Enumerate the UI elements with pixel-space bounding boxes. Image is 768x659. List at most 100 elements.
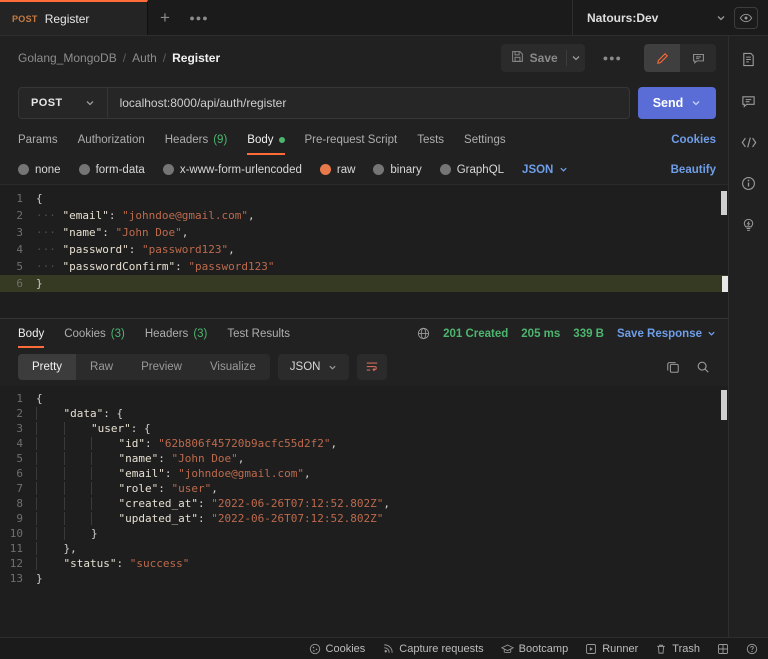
view-visualize[interactable]: Visualize [196,354,270,380]
breadcrumb-folder[interactable]: Auth [132,51,157,65]
editor-scrollbar-thumb[interactable] [721,390,727,420]
footer-capture-requests-button[interactable]: Capture requests [382,643,484,655]
tab-settings[interactable]: Settings [464,125,506,155]
request-header-row: Golang_MongoDB / Auth / Register Save ●●… [0,36,728,80]
split-panes-icon[interactable] [717,643,729,655]
mode-none[interactable]: none [18,164,61,176]
response-tab-headers[interactable]: Headers (3) [145,319,208,348]
cookies-link[interactable]: Cookies [671,134,716,146]
raw-language-selector[interactable]: JSON [522,164,568,176]
code-line-4[interactable]: 4 ··· "password": "password123", [0,241,728,258]
code-line-4[interactable]: 4 "id": "62b806f45720b9acfc55d2f2", [0,436,728,451]
code-line-2[interactable]: 2 "data": { [0,406,728,421]
wrap-text-button[interactable] [357,354,388,380]
comment-mode-button[interactable] [680,44,716,72]
postman-app: POST Register + ●●● Natours:Dev Golang_M… [0,0,768,659]
breadcrumb-collection[interactable]: Golang_MongoDB [18,51,117,65]
request-body-editor[interactable]: 1{2 ··· "email": "johndoe@gmail.com", 3 ···… [0,185,728,318]
code-line-7[interactable]: 7 "role": "user", [0,481,728,496]
send-button-label: Send [652,95,684,110]
mode-x-www-form-urlencoded[interactable]: x-www-form-urlencoded [162,164,302,176]
code-line-11[interactable]: 11 }, [0,541,728,556]
code-snippet-icon[interactable] [741,136,757,149]
status-badge[interactable]: 201 Created [443,328,508,340]
footer-cookies-button[interactable]: Cookies [309,643,365,655]
send-button[interactable]: Send [638,86,716,119]
footer-trash-button[interactable]: Trash [655,643,700,655]
response-view-toolbar: Pretty Raw Preview Visualize JSON [0,348,728,386]
view-raw[interactable]: Raw [76,354,127,380]
code-line-12[interactable]: 12 "status": "success" [0,556,728,571]
network-globe-icon[interactable] [417,327,430,340]
chevron-down-icon [85,98,95,108]
edit-mode-button[interactable] [644,44,680,72]
code-line-10[interactable]: 10 } [0,526,728,541]
request-tab[interactable]: POST Register [0,0,148,35]
view-pretty[interactable]: Pretty [18,354,77,380]
response-body-editor[interactable]: 1{2 "data": {3 "user": {4 "id": "62b806f… [0,386,728,637]
comments-icon[interactable] [741,94,756,109]
editor-scrollbar-thumb[interactable] [721,191,727,215]
tab-authorization[interactable]: Authorization [78,125,145,155]
new-tab-button[interactable]: + [148,0,182,35]
code-line-1[interactable]: 1{ [0,190,728,207]
chevron-down-icon [329,365,337,370]
send-options-chevron-icon[interactable] [691,98,701,108]
response-tab-test-results[interactable]: Test Results [227,319,290,348]
method-selector[interactable]: POST [19,87,108,118]
mode-graphql[interactable]: GraphQL [439,164,504,176]
code-line-8[interactable]: 8 "created_at": "2022-06-26T07:12:52.802… [0,496,728,511]
radio-icon [162,164,174,175]
help-icon[interactable] [746,643,758,655]
response-language-selector[interactable]: JSON [277,354,350,380]
response-time[interactable]: 205 ms [521,328,560,340]
code-line-3[interactable]: 3 "user": { [0,421,728,436]
tab-body[interactable]: Body [247,125,285,155]
body-mode-row: none form-data x-www-form-urlencoded raw… [0,155,728,185]
view-preview[interactable]: Preview [127,354,196,380]
code-line-5[interactable]: 5 ··· "passwordConfirm": "password123" [0,258,728,275]
footer-bootcamp-button[interactable]: Bootcamp [500,643,568,655]
method-label: POST [31,96,63,109]
info-icon[interactable] [741,176,756,191]
code-line-6[interactable]: 6 "email": "johndoe@gmail.com", [0,466,728,481]
response-tabs-row: Body Cookies (3) Headers (3) Test Results … [0,318,728,348]
code-line-2[interactable]: 2 ··· "email": "johndoe@gmail.com", [0,207,728,224]
response-tab-cookies[interactable]: Cookies (3) [64,319,125,348]
response-size[interactable]: 339 B [573,328,604,340]
tab-headers[interactable]: Headers (9) [165,125,228,155]
response-tab-body[interactable]: Body [18,319,45,348]
documentation-icon[interactable] [741,52,756,67]
environment-selector[interactable]: Natours:Dev [587,11,708,25]
copy-response-icon[interactable] [666,360,680,374]
environment-quick-look-button[interactable] [734,6,758,29]
line-number: 7 [16,482,23,495]
save-options-chevron-icon[interactable] [571,53,581,63]
request-more-actions-icon[interactable]: ●●● [593,53,632,63]
mode-raw[interactable]: raw [319,164,355,176]
chevron-down-icon[interactable] [716,13,726,23]
mode-form-data[interactable]: form-data [78,164,145,176]
radio-icon-selected [319,164,331,175]
view-mode-segmented-control: Pretty Raw Preview Visualize [18,354,270,380]
tab-tests[interactable]: Tests [417,125,444,155]
save-button[interactable]: Save [500,44,585,72]
footer-runner-button[interactable]: Runner [585,643,638,655]
tab-more-options-icon[interactable]: ●●● [182,0,216,35]
save-response-button[interactable]: Save Response [617,328,716,340]
wrap-text-icon [367,362,378,372]
search-response-icon[interactable] [696,360,710,374]
code-line-5[interactable]: 5 "name": "John Doe", [0,451,728,466]
url-input[interactable] [107,87,629,118]
code-line-3[interactable]: 3 ··· "name": "John Doe", [0,224,728,241]
code-line-13[interactable]: 13} [0,571,728,586]
mode-binary[interactable]: binary [373,164,422,176]
tab-pre-request-script[interactable]: Pre-request Script [305,125,398,155]
code-line-1[interactable]: 1{ [0,391,728,406]
line-number: 4 [16,437,23,450]
code-line-9[interactable]: 9 "updated_at": "2022-06-26T07:12:52.802… [0,511,728,526]
beautify-link[interactable]: Beautify [671,164,716,176]
tab-params[interactable]: Params [18,125,58,155]
lightbulb-icon[interactable] [741,218,756,233]
code-line-6[interactable]: 6} [0,275,728,292]
